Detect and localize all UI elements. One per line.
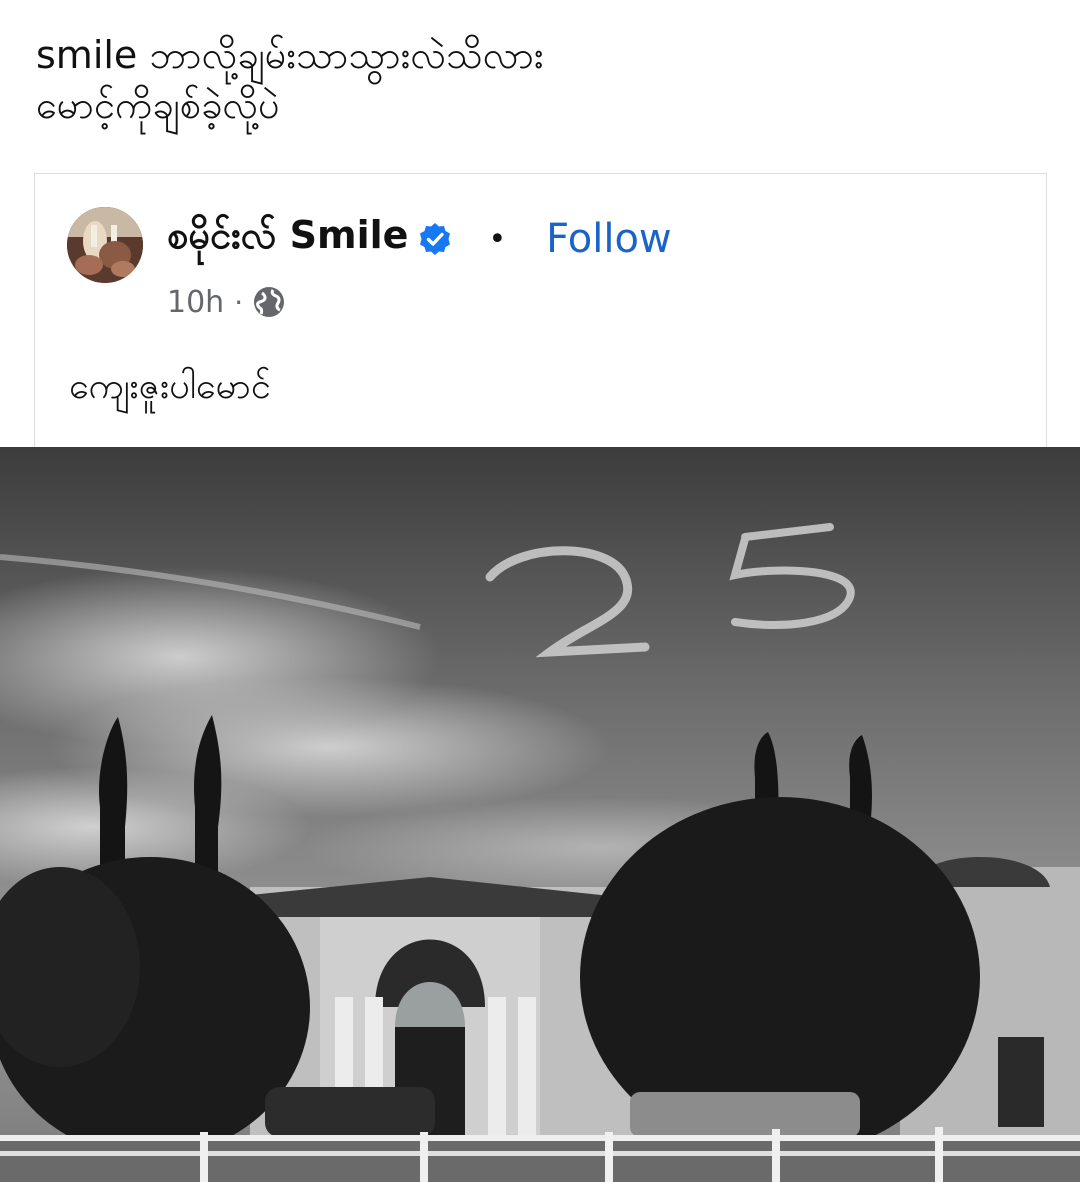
avatar[interactable]	[67, 207, 143, 283]
separator-dot: •	[488, 221, 507, 257]
caption-line-2: မောင့်ကိုချစ်ခဲ့လို့ပဲ	[36, 83, 280, 127]
post-meta: 10h ·	[167, 282, 285, 322]
post-caption: smile ဘာလို့ချမ်းသာသွားလဲသိလား မောင့်ကို…	[36, 30, 1046, 130]
author-name[interactable]: စမိုင်းလ် Smile	[167, 211, 408, 267]
post-timestamp[interactable]: 10h	[167, 285, 224, 320]
caption-line-1: smile ဘာလို့ချမ်းသာသွားလဲသိလား	[36, 33, 544, 77]
globe-icon	[254, 287, 285, 317]
verified-badge-icon	[420, 223, 451, 255]
author-row: စမိုင်းလ် Smile • Follow	[167, 212, 672, 266]
post-text: ကျေးဇူးပါမောင်	[69, 366, 271, 407]
follow-button[interactable]: Follow	[546, 216, 671, 262]
meta-separator: ·	[234, 285, 244, 319]
post-photo[interactable]	[0, 447, 1080, 1182]
